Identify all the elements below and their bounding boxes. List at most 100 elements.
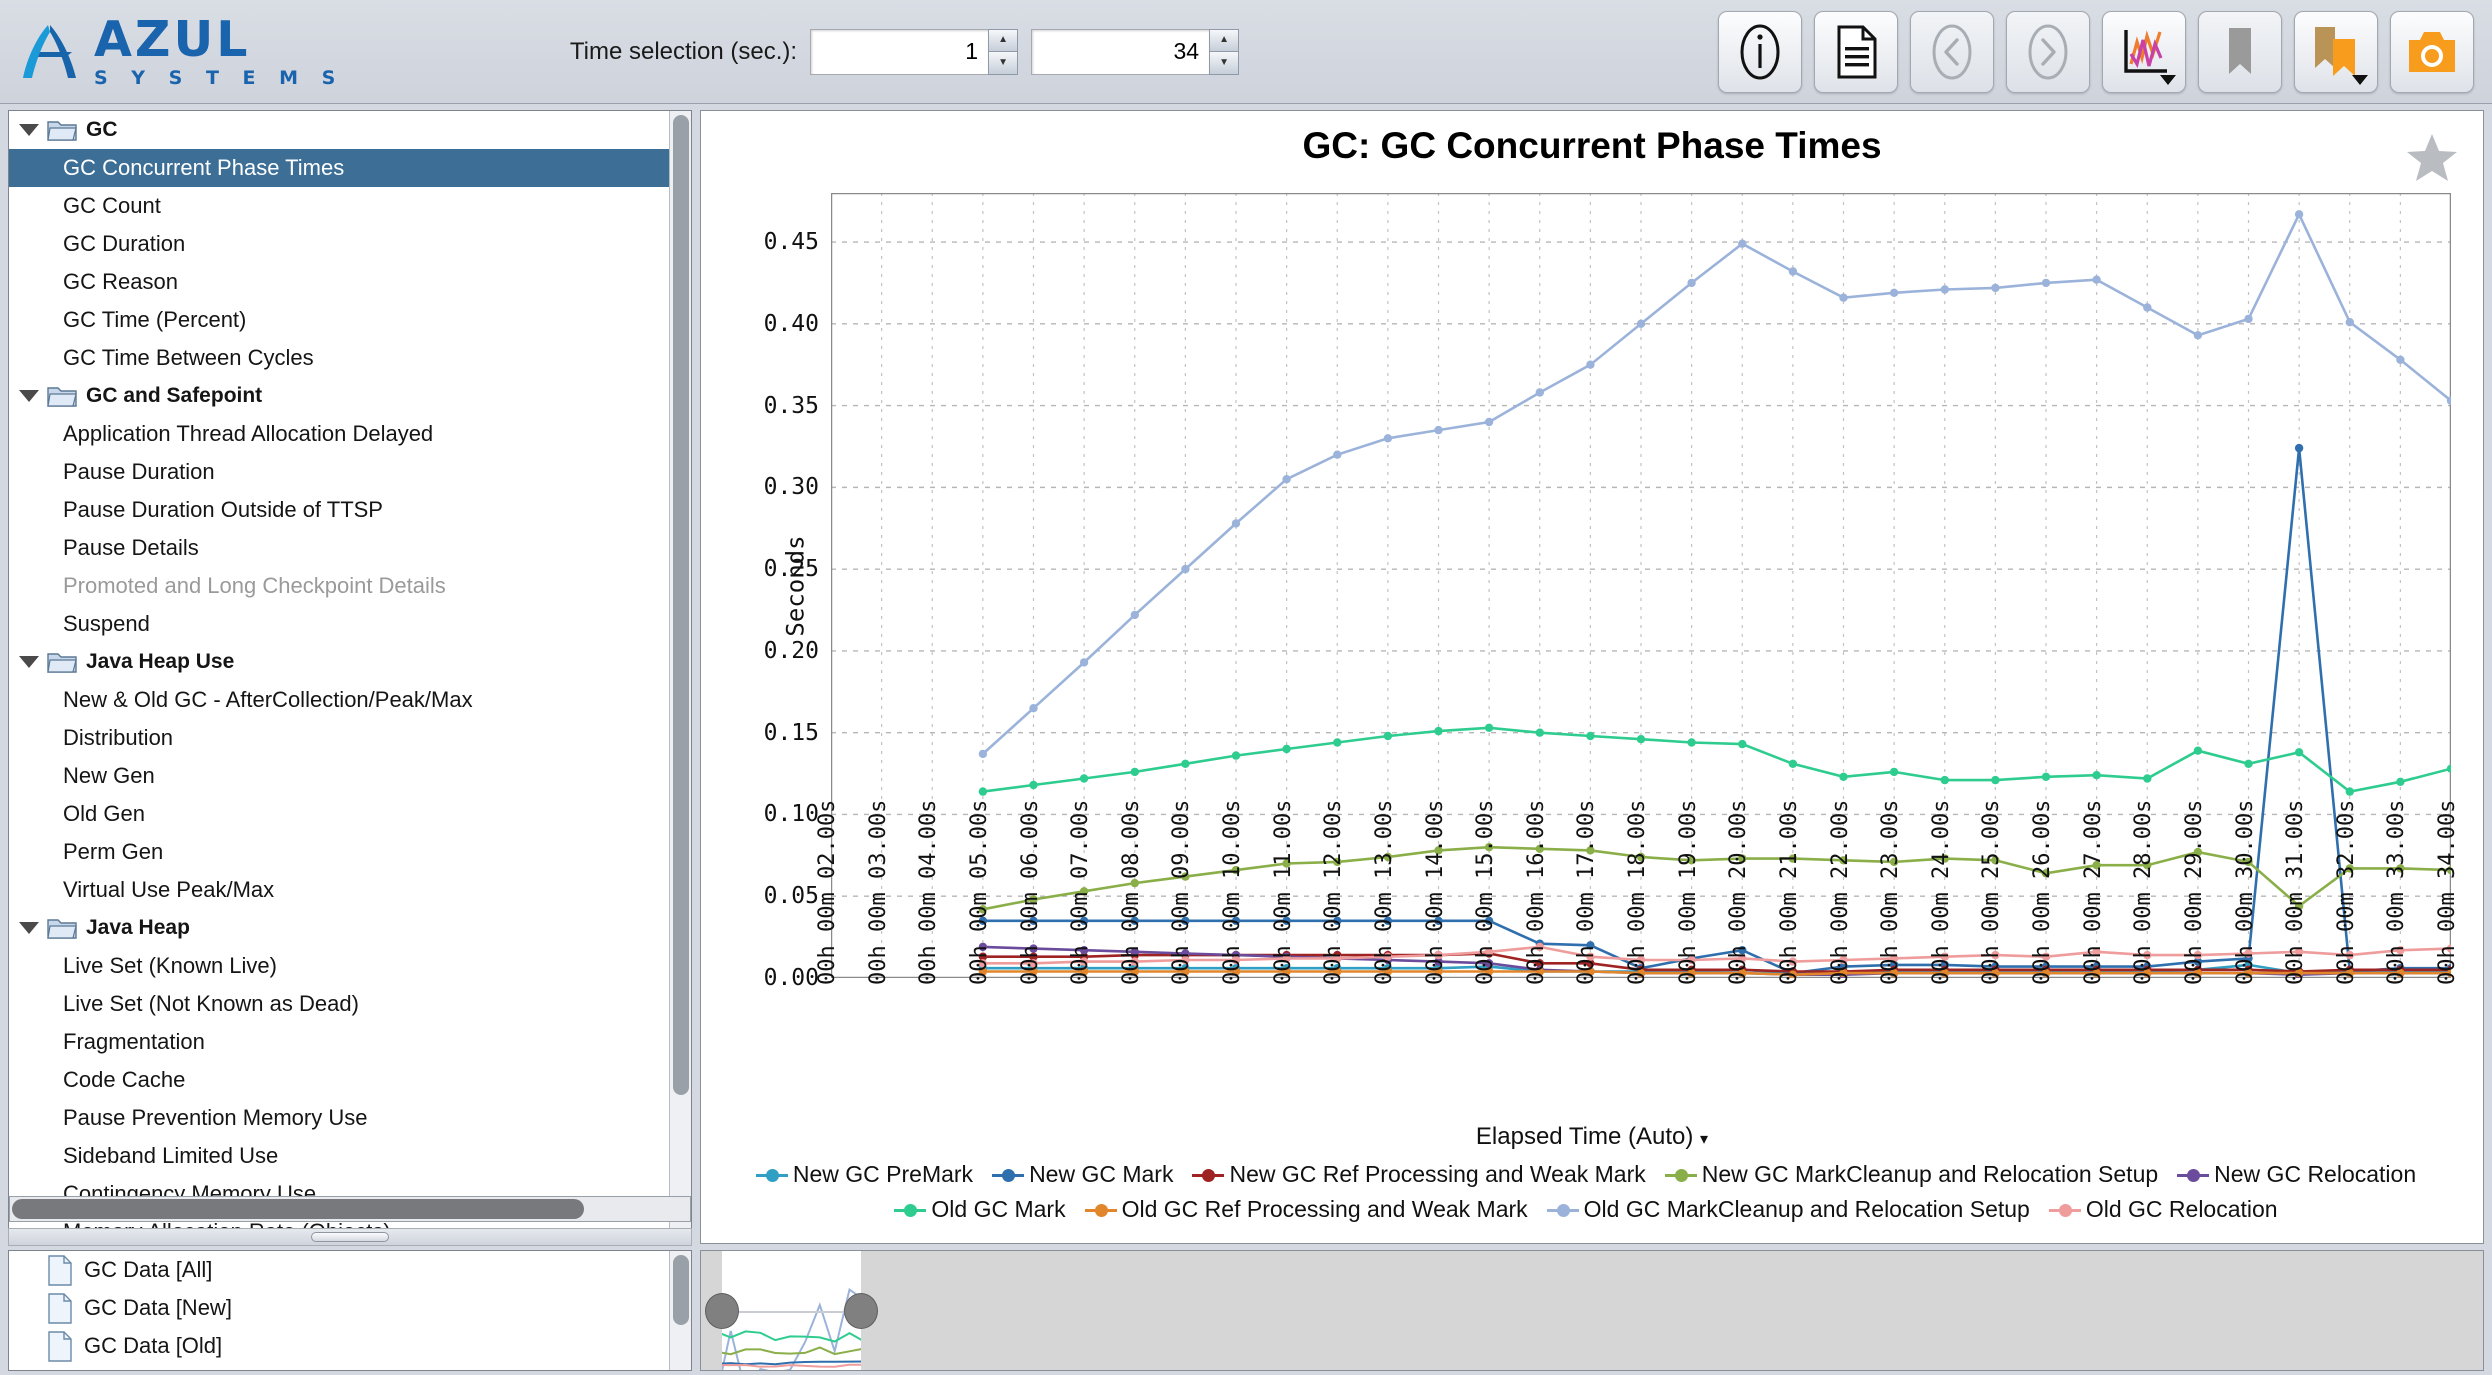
favorite-star-icon[interactable]	[2405, 131, 2459, 190]
y-axis-tick-label: 0.35	[763, 392, 819, 419]
tree-item[interactable]: Pause Details	[9, 529, 691, 567]
files-scroll-thumb[interactable]	[673, 1255, 689, 1325]
document-icon	[47, 1330, 73, 1362]
data-file-item[interactable]: GC Data [New]	[9, 1289, 691, 1327]
time-from-stepper[interactable]: ▲ ▼	[810, 28, 1019, 75]
tree-item-label: Perm Gen	[63, 839, 164, 864]
tree-item[interactable]: Perm Gen	[9, 833, 691, 871]
files-vertical-scrollbar[interactable]	[669, 1251, 691, 1370]
legend-item[interactable]: New GC PreMark	[755, 1161, 973, 1188]
chevron-down-icon[interactable]	[19, 656, 39, 668]
chart-plot-area: Seconds 0.00 0.05 0.10 0.15 0.20 0.25 0.30 0.35…	[764, 191, 2460, 991]
tree-item[interactable]: Fragmentation	[9, 1023, 691, 1061]
tree-item[interactable]: Live Set (Known Live)	[9, 947, 691, 985]
legend-item[interactable]: Old GC Ref Processing and Weak Mark	[1084, 1196, 1528, 1223]
tree-item[interactable]: Distribution	[9, 719, 691, 757]
document-icon	[1837, 25, 1877, 78]
tree-item[interactable]: GC Reason	[9, 263, 691, 301]
time-to-spin-buttons[interactable]: ▲ ▼	[1209, 28, 1240, 75]
tree-item[interactable]: Virtual Use Peak/Max	[9, 871, 691, 909]
splitter-grip[interactable]	[311, 1232, 389, 1242]
panel-splitter[interactable]	[8, 1228, 692, 1246]
time-from-decrement-button[interactable]: ▼	[988, 51, 1019, 75]
x-axis-tick-label: 00h 00m 27.00s	[2080, 799, 2106, 985]
tree-folder[interactable]: Java Heap	[9, 909, 691, 947]
next-button[interactable]	[2006, 10, 2090, 93]
time-from-input[interactable]	[810, 28, 989, 75]
x-axis-dropdown-caret[interactable]: ▾	[1700, 1131, 1708, 1148]
metrics-tree-panel[interactable]: GC GC Concurrent Phase Times GC Count GC Du…	[8, 110, 692, 1230]
data-file-item[interactable]: GC Data [Old]	[9, 1327, 691, 1365]
tree-item[interactable]: Live Set (Not Known as Dead)	[9, 985, 691, 1023]
metrics-tree[interactable]: GC GC Concurrent Phase Times GC Count GC Du…	[9, 111, 691, 1229]
tree-folder-label: GC	[86, 118, 118, 141]
x-axis-tick-label: 00h 00m 32.00s	[2333, 799, 2359, 985]
legend-item[interactable]: New GC Relocation	[2177, 1161, 2416, 1188]
tree-item[interactable]: GC Concurrent Phase Times	[9, 149, 691, 187]
legend-row-new-gc: New GC PreMark New GC Mark New GC Ref Proc…	[715, 1161, 2471, 1188]
legend-item[interactable]: Old GC Mark	[894, 1196, 1066, 1223]
tree-item[interactable]: Suspend	[9, 605, 691, 643]
info-button[interactable]	[1718, 10, 1802, 93]
x-axis-tick-label: 00h 00m 19.00s	[1675, 799, 1701, 985]
tree-item-label: Suspend	[63, 611, 150, 636]
data-files-list[interactable]: GC Data [All] GC Data [New] GC Data [Old]	[9, 1251, 691, 1365]
chevron-down-icon	[2160, 74, 2176, 85]
tree-item[interactable]: GC Time (Percent)	[9, 301, 691, 339]
data-file-label: GC Data [All]	[84, 1257, 213, 1282]
data-files-panel[interactable]: GC Data [All] GC Data [New] GC Data [Old]	[8, 1250, 692, 1371]
tree-item[interactable]: Old Gen	[9, 795, 691, 833]
legend-marker-icon	[755, 1166, 788, 1184]
time-from-spin-buttons[interactable]: ▲ ▼	[988, 28, 1019, 75]
tree-folder[interactable]: GC	[9, 111, 691, 149]
report-button[interactable]	[1814, 10, 1898, 93]
x-axis-tick-label: 00h 00m 08.00s	[1118, 799, 1144, 985]
data-file-item[interactable]: GC Data [All]	[9, 1251, 691, 1289]
x-axis-tick-label: 00h 00m 20.00s	[1726, 799, 1752, 985]
tree-item[interactable]: Sideband Limited Use	[9, 1137, 691, 1175]
y-axis-tick-label: 0.10	[763, 801, 819, 828]
legend-item[interactable]: Old GC MarkCleanup and Relocation Setup	[1546, 1196, 2030, 1223]
bookmark-button[interactable]	[2198, 10, 2282, 93]
time-to-decrement-button[interactable]: ▼	[1209, 51, 1240, 75]
tree-vertical-scrollbar[interactable]	[669, 111, 691, 1229]
previous-button[interactable]	[1910, 10, 1994, 93]
tree-item[interactable]: New & Old GC - AfterCollection/Peak/Max	[9, 681, 691, 719]
toolbar-button-group	[1718, 10, 2474, 93]
tree-item[interactable]: GC Time Between Cycles	[9, 339, 691, 377]
screenshot-button[interactable]	[2390, 10, 2474, 93]
time-to-input[interactable]	[1031, 28, 1210, 75]
legend-label: New GC MarkCleanup and Relocation Setup	[1701, 1161, 2159, 1187]
tree-item[interactable]: Pause Duration Outside of TTSP	[9, 491, 691, 529]
legend-label: New GC Relocation	[2214, 1161, 2417, 1187]
legend-item[interactable]: New GC Ref Processing and Weak Mark	[1192, 1161, 1646, 1188]
legend-item[interactable]: Old GC Relocation	[2048, 1196, 2278, 1223]
tree-item[interactable]: New Gen	[9, 757, 691, 795]
bookmarks-menu-button[interactable]	[2294, 10, 2378, 93]
tree-item[interactable]: Pause Prevention Memory Use	[9, 1099, 691, 1137]
tree-hscroll-thumb[interactable]	[12, 1199, 584, 1219]
time-range-selector[interactable]	[700, 1250, 2484, 1371]
tree-scroll-thumb[interactable]	[673, 115, 689, 1095]
time-to-stepper[interactable]: ▲ ▼	[1031, 28, 1240, 75]
chevron-down-icon[interactable]	[19, 124, 39, 136]
chevron-down-icon[interactable]	[19, 390, 39, 402]
legend-marker-icon	[992, 1166, 1025, 1184]
tree-item[interactable]: GC Count	[9, 187, 691, 225]
tree-item[interactable]: GC Duration	[9, 225, 691, 263]
tree-folder[interactable]: Java Heap Use	[9, 643, 691, 681]
time-to-increment-button[interactable]: ▲	[1209, 28, 1240, 51]
tree-item[interactable]: Promoted and Long Checkpoint Details	[9, 567, 691, 605]
legend-item[interactable]: New GC MarkCleanup and Relocation Setup	[1664, 1161, 2159, 1188]
tree-item[interactable]: Pause Duration	[9, 453, 691, 491]
tree-item[interactable]: Code Cache	[9, 1061, 691, 1099]
legend-item[interactable]: New GC Mark	[992, 1161, 1173, 1188]
chart-type-button[interactable]	[2102, 10, 2186, 93]
time-from-increment-button[interactable]: ▲	[988, 28, 1019, 51]
tree-item[interactable]: Application Thread Allocation Delayed	[9, 415, 691, 453]
tree-horizontal-scrollbar[interactable]	[9, 1196, 691, 1222]
chevron-down-icon[interactable]	[19, 922, 39, 934]
x-axis-tick-label: 00h 00m 31.00s	[2283, 799, 2309, 985]
tree-folder[interactable]: GC and Safepoint	[9, 377, 691, 415]
x-axis-label-group[interactable]: Elapsed Time (Auto) ▾	[701, 1123, 2483, 1151]
